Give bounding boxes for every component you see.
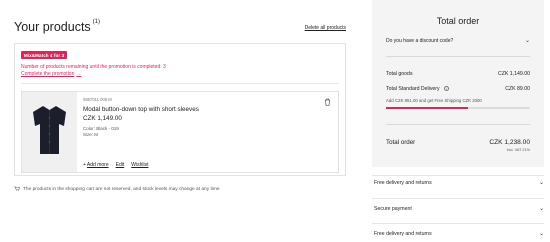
chevron-down-icon: ⌄: [538, 231, 544, 237]
complete-promotion-link[interactable]: Complete the promotion →: [21, 71, 81, 77]
total-goods-row: Total goods CZK 1,149.00: [386, 71, 530, 77]
divider: [386, 56, 530, 57]
cart-icon: [14, 186, 20, 191]
product-size: Size: M: [83, 132, 99, 137]
complete-promotion-label: Complete the promotion: [21, 71, 75, 77]
shirt-button: [48, 117, 51, 119]
cart-header: Your products (1) Delete all products: [14, 19, 346, 40]
free-shipping-note: Add CZK 851.00 and get Free Shipping CZK…: [386, 98, 482, 103]
shirt-button: [48, 125, 51, 127]
shirt-button: [48, 141, 51, 143]
divider: [21, 83, 339, 84]
accordion-free-delivery[interactable]: Free delivery and returns ⌄: [372, 180, 544, 194]
delete-all-link[interactable]: Delete all products: [305, 25, 346, 31]
divider: [372, 198, 544, 199]
accordion-secure-payment[interactable]: Secure payment ⌄: [372, 206, 544, 220]
free-shipping-progress: [386, 107, 530, 109]
chevron-down-icon: ⌄: [524, 38, 530, 44]
delivery-row: Total Standard Delivery i CZK 89.00: [386, 86, 530, 92]
cart-count: (1): [92, 19, 101, 25]
delivery-value: CZK 89.00: [505, 86, 530, 92]
order-summary: Total order Do you have a discount code?…: [372, 0, 544, 167]
promo-badge: Mix&Match 4 for 3: [21, 51, 68, 59]
accordion-label: Secure payment: [374, 206, 412, 212]
page-title-text: Your products: [14, 20, 91, 34]
divider: [386, 124, 530, 125]
plus-icon: +: [83, 162, 86, 168]
item-actions: +Add more Edit Wishlist: [83, 162, 155, 168]
progress-fill: [386, 107, 469, 109]
wishlist-link[interactable]: Wishlist: [131, 162, 148, 168]
discount-code-toggle[interactable]: Do you have a discount code? ⌄: [386, 38, 530, 50]
accordion-label: Free delivery and returns: [374, 180, 432, 186]
product-color: Color: Black - 019: [83, 126, 119, 131]
total-goods-label: Total goods: [386, 71, 413, 77]
product-name[interactable]: Modal button-down top with short sleeves: [83, 106, 199, 113]
trash-icon[interactable]: [324, 98, 331, 106]
total-order-label: Total order: [386, 139, 416, 146]
accordion-free-delivery-returns[interactable]: Free delivery and returns ⌄: [372, 231, 544, 242]
divider: [372, 223, 544, 224]
chevron-down-icon: ⌄: [538, 180, 544, 186]
divider: [372, 175, 544, 176]
shirt-image: [33, 106, 66, 154]
discount-code-label: Do you have a discount code?: [386, 38, 454, 44]
total-goods-value: CZK 1,149.00: [497, 71, 530, 77]
total-order-row: Total order CZK 1,238.00: [386, 139, 530, 146]
cart-card: Mix&Match 4 for 3 Number of products rem…: [14, 43, 346, 176]
accordion-label: Free delivery and returns: [374, 231, 432, 237]
product-image[interactable]: [22, 92, 77, 172]
arrow-right-icon: →: [76, 71, 82, 77]
add-more-link[interactable]: Add more: [87, 162, 109, 168]
stock-notice: The products in the shopping cart are no…: [14, 186, 220, 192]
summary-title: Total order: [436, 16, 480, 26]
page-title: Your products (1): [14, 19, 101, 34]
cart-item: 0857011 006 M Modal button-down top with…: [21, 91, 339, 173]
shirt-button: [48, 133, 51, 135]
article-number: 0857011 006 M: [83, 97, 112, 102]
total-order-value: CZK 1,238.00: [489, 139, 530, 146]
edit-link[interactable]: Edit: [116, 162, 125, 168]
vat-note: Incl. VAT 21%: [506, 148, 530, 152]
stock-notice-text: The products in the shopping cart are no…: [23, 187, 220, 192]
info-icon[interactable]: i: [443, 86, 449, 91]
delivery-label: Total Standard Delivery: [386, 86, 440, 92]
product-price: CZK 1,149.00: [83, 115, 122, 122]
promo-remaining-text: Number of products remaining until the p…: [21, 64, 166, 70]
chevron-down-icon: ⌄: [538, 206, 544, 212]
